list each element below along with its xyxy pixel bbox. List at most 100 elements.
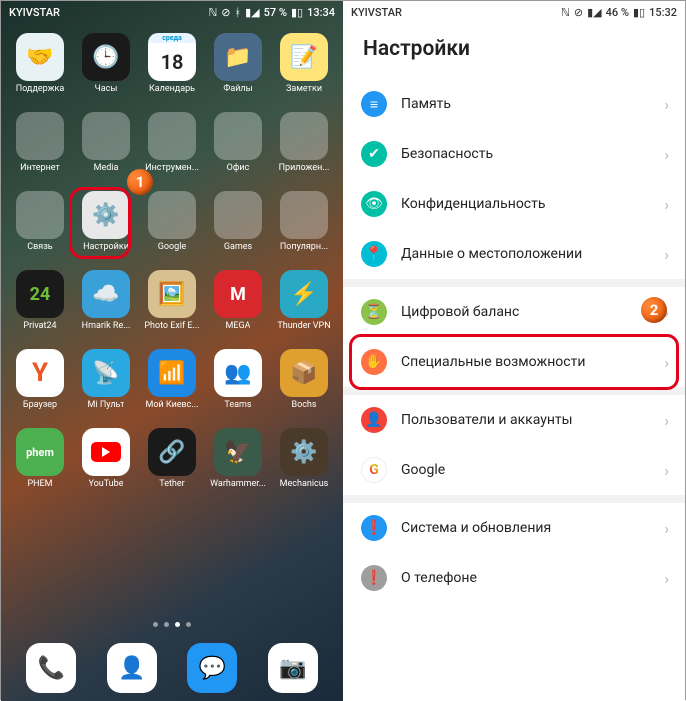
dnd-icon: ⊘ [221, 6, 230, 19]
dock: 📞 👤 💬 📷 [1, 643, 343, 693]
app-privat24[interactable]: 24 Privat24 [9, 270, 71, 331]
settings-label: Данные о местоположении [401, 246, 650, 262]
carrier: KYIVSTAR [9, 6, 60, 19]
app-настройки[interactable]: ⚙️Настройки1 [75, 191, 137, 252]
app-icon: Y [16, 349, 64, 397]
app-icon: 🦅 [214, 428, 262, 476]
pin-icon: 📍 [361, 241, 387, 267]
app-mega[interactable]: MMEGA [207, 270, 269, 331]
app-icon: 📁 [214, 33, 262, 81]
bt-icon: ᚼ [235, 6, 242, 19]
app-google[interactable]: Google [141, 191, 203, 252]
settings-item-storage[interactable]: ≡Память› [343, 79, 685, 129]
dock-messages[interactable]: 💬 [187, 643, 237, 693]
app-label: Bochs [291, 400, 316, 410]
app-label: Tether [159, 479, 184, 489]
app-label: Инструмен... [145, 163, 199, 173]
marker-2: 2 [641, 297, 667, 323]
settings-label: О телефоне [401, 570, 650, 586]
app-label: Mi Пульт [88, 400, 125, 410]
nfc-icon: ℕ [561, 6, 570, 19]
app-tether[interactable]: 🔗Tether [141, 428, 203, 489]
app-games[interactable]: Games [207, 191, 269, 252]
dock-phone[interactable]: 📞 [26, 643, 76, 693]
app-hmarik re...[interactable]: ☁️Hmarik Re... [75, 270, 137, 331]
app-icon [82, 428, 130, 476]
app-media[interactable]: Media [75, 112, 137, 173]
app-label: Календарь [149, 84, 195, 94]
app-заметки[interactable]: 📝Заметки [273, 33, 335, 94]
app-популярн...[interactable]: Популярн... [273, 191, 335, 252]
camera-icon: 📷 [268, 643, 318, 693]
app-label: Media [94, 163, 119, 173]
settings-item-shield[interactable]: ✔Безопасность› [343, 129, 685, 179]
home-screen: KYIVSTAR ℕ ⊘ ᚼ ▮◢ 57 % ▮▯ 13:34 🤝Поддерж… [1, 1, 343, 701]
app-label: Photo Exif E... [144, 321, 199, 331]
dock-contacts[interactable]: 👤 [107, 643, 157, 693]
app-связь[interactable]: Связь [9, 191, 71, 252]
app-label: Файлы [223, 84, 252, 94]
chevron-right-icon: › [664, 411, 669, 430]
app-label: Интернет [20, 163, 60, 173]
settings-item-eye[interactable]: 👁Конфиденциальность› [343, 179, 685, 229]
app-icon: 👥 [214, 349, 262, 397]
settings-label: Память [401, 96, 650, 112]
app-teams[interactable]: 👥Teams [207, 349, 269, 410]
app-icon: ⚙️ [280, 428, 328, 476]
settings-label: Конфиденциальность [401, 196, 650, 212]
settings-item-user[interactable]: 👤Пользователи и аккаунты› [343, 395, 685, 445]
statusbar-left: KYIVSTAR ℕ ⊘ ᚼ ▮◢ 57 % ▮▯ 13:34 [1, 1, 343, 23]
app-часы[interactable]: 🕒Часы [75, 33, 137, 94]
settings-item-balance[interactable]: ⏳Цифровой баланс› [343, 287, 685, 337]
app-label: Связь [27, 242, 52, 252]
app-warhammer...[interactable]: 🦅 Warhammer... [207, 428, 269, 489]
dnd-icon: ⊘ [574, 6, 583, 19]
nfc-icon: ℕ [208, 6, 217, 19]
app-интернет[interactable]: Интернет [9, 112, 71, 173]
app-icon [280, 112, 328, 160]
app-инструмен...[interactable]: Инструмен... [141, 112, 203, 173]
app-приложен...[interactable]: Приложен... [273, 112, 335, 173]
app-icon [148, 191, 196, 239]
app-label: Mechanicus [280, 479, 329, 489]
app-label: Приложен... [279, 163, 330, 173]
settings-label: Пользователи и аккаунты [401, 412, 650, 428]
settings-label: Google [401, 462, 650, 478]
app-bochs[interactable]: 📦Bochs [273, 349, 335, 410]
app-thunder vpn[interactable]: ⚡Thunder VPN [273, 270, 335, 331]
app-icon: 📝 [280, 33, 328, 81]
settings-item-pin[interactable]: 📍Данные о местоположении› [343, 229, 685, 279]
dock-camera[interactable]: 📷 [268, 643, 318, 693]
app-label: Thunder VPN [277, 321, 330, 331]
app-поддержка[interactable]: 🤝Поддержка [9, 33, 71, 94]
app-label: Warhammer... [210, 479, 266, 489]
app-мой киевс...[interactable]: 📶Мой Киевс... [141, 349, 203, 410]
eye-icon: 👁 [361, 191, 387, 217]
app-офис[interactable]: Офис [207, 112, 269, 173]
app-phem[interactable]: phemPHEM [9, 428, 71, 489]
app-icon: 24 [16, 270, 64, 318]
settings-item-google[interactable]: GGoogle› [343, 445, 685, 495]
app-label: Privat24 [23, 321, 56, 331]
settings-item-system[interactable]: ❗Система и обновления› [343, 503, 685, 553]
chevron-right-icon: › [664, 461, 669, 480]
balance-icon: ⏳ [361, 299, 387, 325]
app-label: Games [224, 242, 252, 252]
chevron-right-icon: › [664, 519, 669, 538]
app-icon [148, 112, 196, 160]
app-icon: 🖼️ [148, 270, 196, 318]
app-label: Популярн... [280, 242, 328, 252]
app-mechanicus[interactable]: ⚙️ Mechanicus [273, 428, 335, 489]
app-mi пульт[interactable]: 📡Mi Пульт [75, 349, 137, 410]
app-label: Мой Киевс... [145, 400, 198, 410]
app-браузер[interactable]: YБраузер [9, 349, 71, 410]
settings-item-phone[interactable]: ❗О телефоне› [343, 553, 685, 603]
app-календарь[interactable]: среда18Календарь [141, 33, 203, 94]
settings-item-hand[interactable]: ✋Специальные возможности›2 [343, 337, 685, 387]
app-label: MEGA [226, 321, 251, 331]
app-photo exif e...[interactable]: 🖼️ Photo Exif E... [141, 270, 203, 331]
carrier: KYIVSTAR [351, 6, 402, 19]
app-label: Поддержка [16, 84, 65, 94]
app-файлы[interactable]: 📁 Файлы [207, 33, 269, 94]
app-youtube[interactable]: YouTube [75, 428, 137, 489]
